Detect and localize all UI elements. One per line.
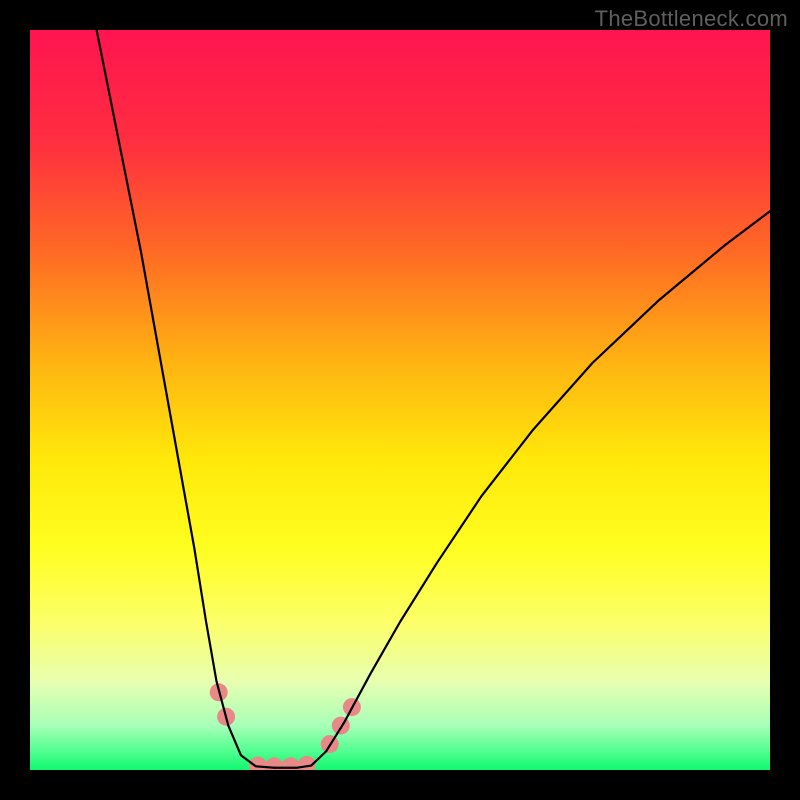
watermark-text: TheBottleneck.com (595, 6, 788, 32)
highlight-markers (210, 683, 361, 770)
plot-area (30, 30, 770, 770)
bottleneck-curve (97, 30, 770, 768)
curve-layer (30, 30, 770, 770)
chart-frame: TheBottleneck.com (0, 0, 800, 800)
